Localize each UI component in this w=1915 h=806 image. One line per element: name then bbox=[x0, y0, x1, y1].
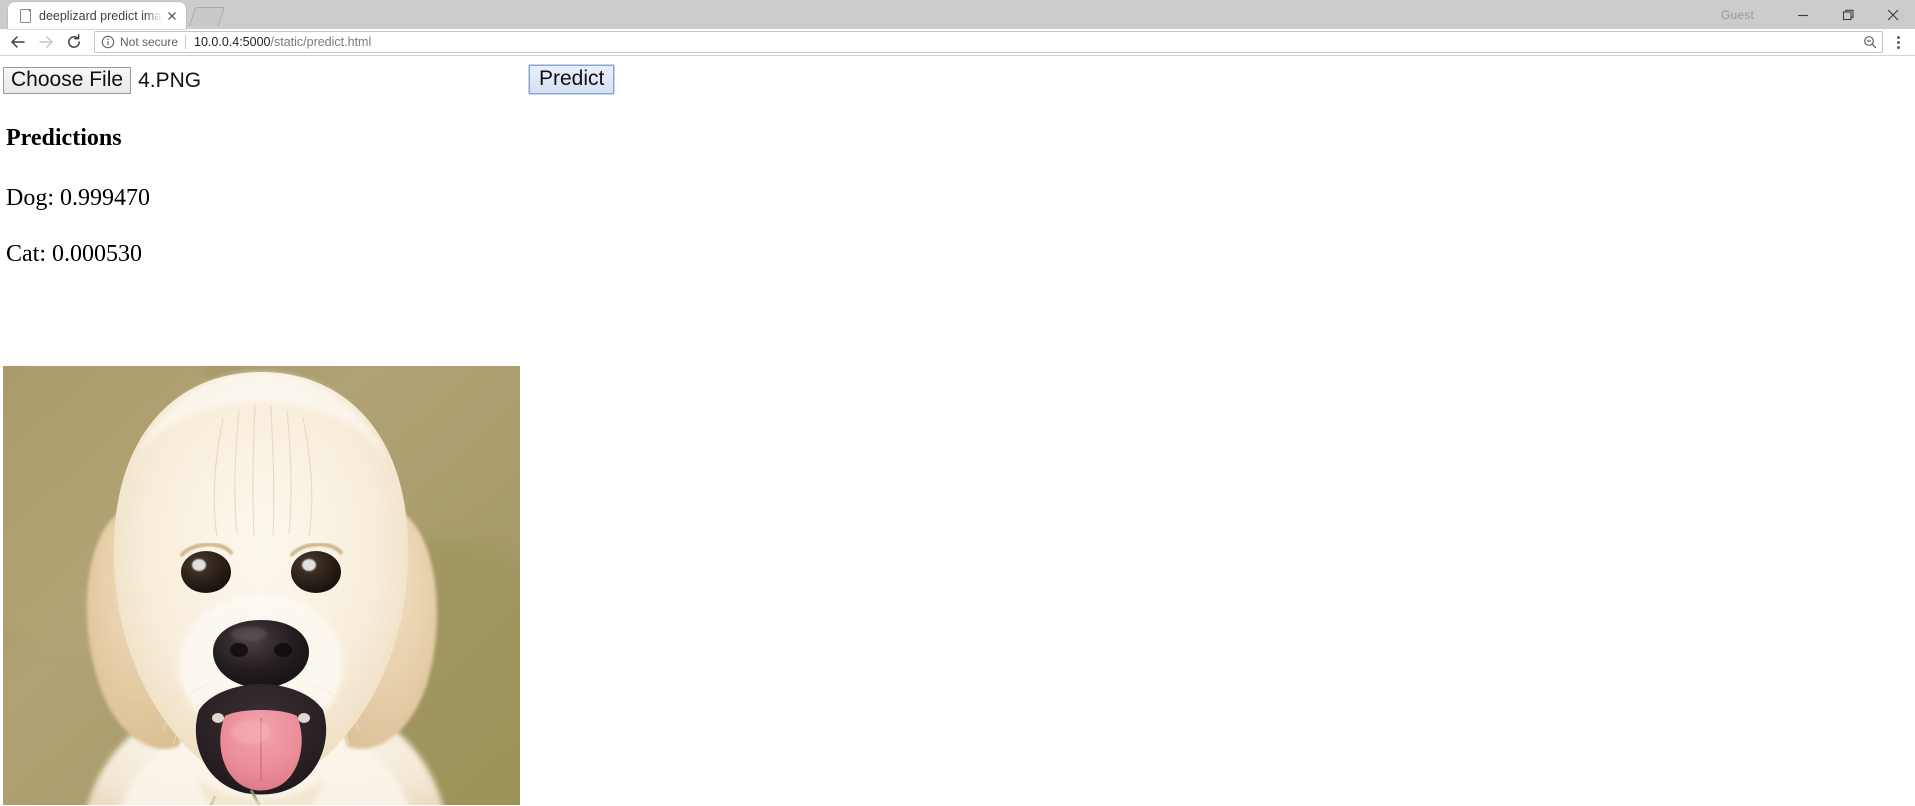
forward-arrow-icon bbox=[32, 30, 60, 54]
omnibox-divider bbox=[185, 35, 187, 49]
browser-toolbar: Not secure 10.0.0.4:5000/static/predict.… bbox=[0, 29, 1915, 56]
upload-controls-row: Choose File 4.PNG Predict bbox=[3, 64, 1915, 100]
tab-close-icon[interactable] bbox=[164, 8, 180, 24]
browser-tab-active[interactable]: deeplizard predict image bbox=[8, 2, 186, 29]
back-arrow-icon[interactable] bbox=[4, 30, 32, 54]
page-icon bbox=[18, 8, 32, 23]
url-path: /static/predict.html bbox=[270, 35, 372, 49]
prediction-row-dog: Dog: 0.999470 bbox=[6, 185, 150, 211]
choose-file-button[interactable]: Choose File bbox=[3, 67, 132, 94]
security-status-label: Not secure bbox=[120, 35, 179, 49]
close-icon[interactable] bbox=[1870, 0, 1915, 29]
predicted-image bbox=[3, 366, 520, 805]
predict-button[interactable]: Predict bbox=[527, 64, 616, 95]
file-input-control[interactable]: Choose File 4.PNG bbox=[3, 67, 201, 94]
minimize-icon[interactable] bbox=[1780, 0, 1825, 29]
info-circle-icon[interactable] bbox=[101, 35, 115, 49]
page-title: Predictions bbox=[6, 125, 122, 151]
window-controls: Guest bbox=[1721, 0, 1915, 29]
puppy-illustration bbox=[3, 366, 520, 805]
reload-icon[interactable] bbox=[60, 30, 88, 54]
address-bar[interactable]: Not secure 10.0.0.4:5000/static/predict.… bbox=[94, 31, 1883, 53]
prediction-row-cat: Cat: 0.000530 bbox=[6, 241, 142, 267]
browser-window: deeplizard predict image Guest Not secur… bbox=[0, 0, 1915, 806]
tab-title: deeplizard predict image bbox=[39, 8, 162, 23]
profile-label[interactable]: Guest bbox=[1721, 8, 1754, 22]
url-host: 10.0.0.4:5000 bbox=[194, 35, 271, 49]
zoom-out-icon[interactable] bbox=[1862, 34, 1878, 50]
new-tab-icon[interactable] bbox=[188, 5, 224, 27]
restore-icon[interactable] bbox=[1825, 0, 1870, 29]
selected-file-name: 4.PNG bbox=[138, 69, 202, 92]
tab-strip: deeplizard predict image Guest bbox=[0, 0, 1915, 29]
page-content: Choose File 4.PNG Predict Predictions Do… bbox=[0, 56, 1915, 805]
url-text: 10.0.0.4:5000/static/predict.html bbox=[194, 35, 1862, 49]
three-dot-menu-icon[interactable] bbox=[1887, 30, 1909, 54]
